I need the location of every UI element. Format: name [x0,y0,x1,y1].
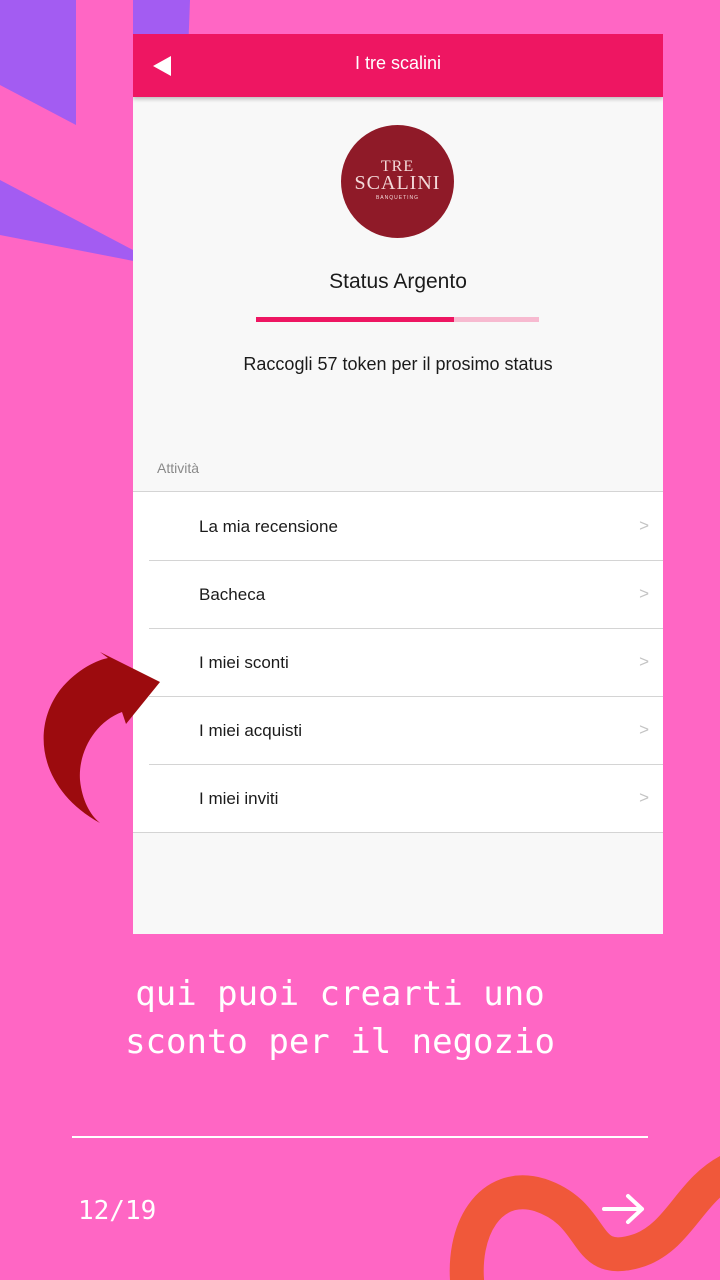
orange-squiggle [449,1156,720,1280]
menu-item-label: I miei acquisti [199,721,302,740]
caption-line: sconto per il negozio [125,1022,555,1062]
page-indicator: 12/19 [78,1196,157,1226]
chevron-right-icon: > [639,652,649,671]
menu-item-recensione[interactable]: La mia recensione > [133,492,663,560]
section-label-activity: Attività [157,460,200,476]
status-progress-fill [256,317,455,322]
menu-item-bacheca[interactable]: Bacheca > [133,560,663,628]
arrow-right-icon[interactable] [600,1190,648,1228]
logo-text: BANQUETING [375,195,420,201]
activity-menu: La mia recensione > Bacheca > I miei sco… [133,491,663,833]
menu-item-label: La mia recensione [199,517,338,536]
app-title: I tre scalini [354,53,442,73]
app-bar: I tre scalini [133,34,663,97]
chevron-right-icon: > [639,516,649,535]
chevron-right-icon: > [639,788,649,807]
menu-item-label: Bacheca [199,585,266,604]
menu-item-sconti[interactable]: I miei sconti > [133,628,663,696]
logo-text: SCALINI [354,172,441,194]
token-message: Raccogli 57 token per il prosimo status [243,354,553,374]
menu-item-inviti[interactable]: I miei inviti > [133,764,663,832]
store-logo: TRE SCALINI BANQUETING [341,125,454,238]
caption-line: qui puoi crearti uno [135,974,545,1014]
chevron-right-icon: > [639,720,649,739]
chevron-right-icon: > [639,584,649,603]
menu-item-acquisti[interactable]: I miei acquisti > [133,696,663,764]
purple-shape [0,0,76,125]
menu-item-label: I miei sconti [199,653,289,672]
status-progress-bar [256,317,539,322]
app-screenshot: I tre scalini TRE SCALINI BANQUETING Sta… [133,34,663,934]
divider [72,1136,648,1138]
status-title: Status Argento [329,270,467,293]
menu-item-label: I miei inviti [199,789,279,808]
